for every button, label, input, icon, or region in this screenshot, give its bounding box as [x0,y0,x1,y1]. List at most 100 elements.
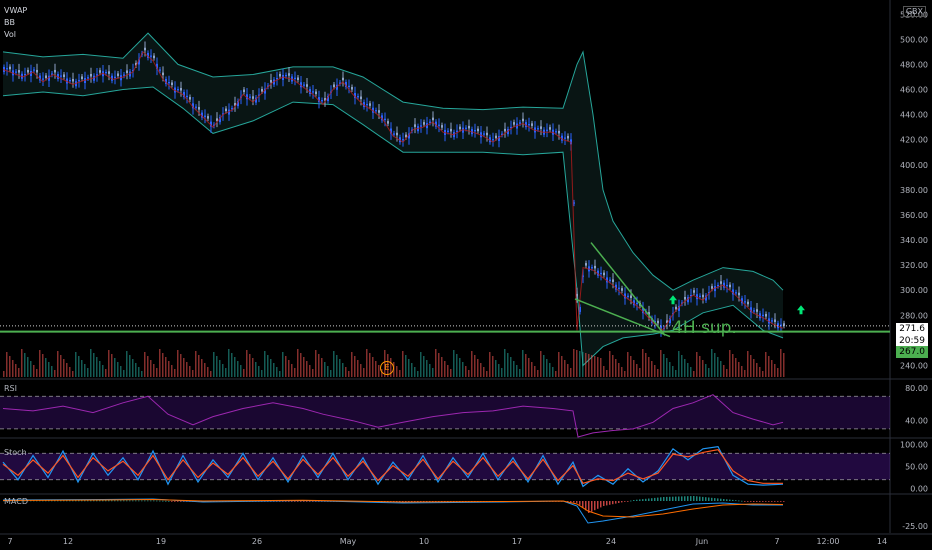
macd-histogram-bar [744,501,746,502]
volume-bar [684,359,686,377]
rsi-label[interactable]: RSI [4,384,17,393]
macd-histogram-bar [141,500,143,502]
volume-bar [741,366,743,377]
volume-bar [462,362,464,377]
candle-body [60,75,62,77]
volume-bar [138,367,140,377]
candle-body [69,79,71,82]
volume-bar [708,368,710,377]
volume-bar [474,355,476,377]
volume-bar [759,367,761,377]
candle-body [285,74,287,77]
legend-vol[interactable]: Vol [4,30,16,39]
x-tick-label: 14 [877,537,887,546]
volume-bar [72,371,74,377]
candle-body [564,137,566,139]
volume-bar [402,351,404,377]
candle-body [72,78,74,82]
volume-bar [84,364,86,377]
candle-body [117,73,119,76]
x-tick-label: 17 [512,537,522,546]
candle-body [168,82,170,84]
macd-histogram-bar [660,497,662,501]
volume-bar [321,358,323,377]
candle-body [54,69,56,73]
candle-body [591,267,593,269]
earnings-marker[interactable]: E [380,361,394,375]
x-tick-label: 12 [63,537,73,546]
candle-body [735,292,737,294]
macd-histogram-bar [714,498,716,501]
candle-body [207,116,209,119]
volume-bar [507,353,509,377]
macd-histogram-bar [639,499,641,501]
macd-histogram-bar [702,496,704,501]
candle-body [27,69,29,73]
volume-bar [174,369,176,377]
volume-bar [171,365,173,377]
currency-badge[interactable]: GBX [902,6,926,17]
y-tick-label: -25.00 [902,522,928,531]
volume-bar [612,355,614,377]
volume-bar [777,368,779,377]
candle-body [123,74,125,76]
legend-vwap[interactable]: VWAP [4,6,27,15]
candle-body [738,292,740,296]
volume-bar [159,349,161,377]
candle-body [441,125,443,128]
legend-bb[interactable]: BB [4,18,15,27]
candle-body [351,87,353,90]
volume-bar [489,352,491,377]
candle-body [456,130,458,132]
macd-label[interactable]: MACD [4,497,28,506]
volume-bar [396,366,398,377]
macd-histogram-bar [90,500,92,502]
volume-bar [534,366,536,377]
candle-body [699,295,701,297]
macd-histogram-bar [120,500,122,502]
volume-bar [420,352,422,377]
candle-body [126,70,128,73]
volume-bar [21,349,23,377]
macd-histogram-bar [606,501,608,506]
volume-bar [315,350,317,377]
macd-histogram-bar [576,501,578,503]
candle-body [186,95,188,98]
candle-body [45,75,47,78]
candle-body [423,122,425,125]
volume-bar [762,371,764,377]
volume-bar [108,350,110,377]
candle-body [465,127,467,129]
candle-body [684,296,686,300]
stoch-label[interactable]: Stoch [4,448,27,457]
macd-histogram-bar [165,500,167,502]
volume-bar [453,350,455,377]
macd-histogram-bar [729,499,731,501]
volume-bar [744,370,746,377]
candle-body [24,73,26,76]
candle-body [567,135,569,139]
macd-histogram-bar [672,496,674,501]
volume-bar [426,360,428,377]
macd-histogram-bar [666,496,668,501]
volume-bar [324,362,326,377]
y-tick-label: 360.00 [900,211,928,220]
macd-histogram-bar [756,501,758,502]
volume-bar [111,354,113,377]
candle-body [396,132,398,136]
volume-bar [498,364,500,377]
candle-body [270,79,272,83]
volume-bar [99,361,101,377]
macd-histogram-bar [699,496,701,501]
macd-histogram-bar [657,497,659,501]
macd-histogram-bar [150,500,152,502]
volume-bar [525,354,527,377]
candle-body [78,80,80,82]
volume-bar [546,359,548,377]
volume-bar [750,355,752,377]
volume-bar [183,358,185,377]
volume-bar [135,363,137,377]
y-tick-label: 80.00 [905,384,928,393]
volume-bar [510,357,512,377]
candle-body [294,77,296,79]
